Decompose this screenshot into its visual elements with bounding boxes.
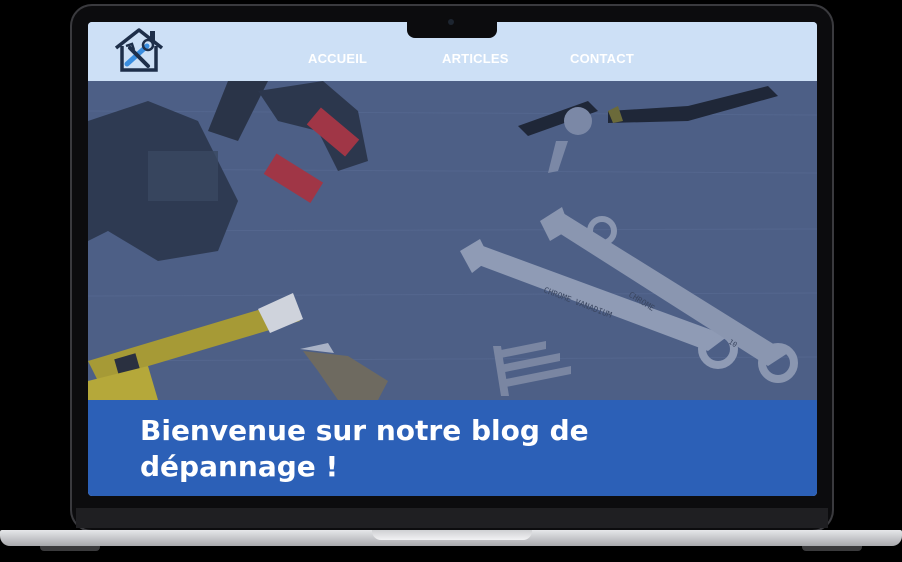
- laptop-foot-right: [802, 546, 862, 551]
- laptop-opening-notch: [372, 530, 532, 540]
- welcome-banner: Bienvenue sur notre blog de dépannage !: [88, 400, 817, 496]
- screen-bottom-bezel: [76, 508, 828, 528]
- nav-articles[interactable]: ARTICLES: [442, 51, 509, 66]
- allen-keys-icon: [493, 341, 571, 396]
- nav-contact[interactable]: CONTACT: [570, 51, 634, 66]
- cutter-tool-icon: [300, 343, 388, 400]
- house-wrench-logo-icon[interactable]: [110, 26, 168, 76]
- nav-accueil[interactable]: ACCUEIL: [308, 51, 367, 66]
- tape-measure-icon: [88, 293, 303, 400]
- browser-screen: ACCUEIL ARTICLES CONTACT CHROME VANADIUM…: [88, 22, 817, 496]
- banner-title: Bienvenue sur notre blog de dépannage !: [140, 414, 589, 483]
- camera-icon: [448, 19, 454, 25]
- pliers-tool-icon: [518, 86, 778, 173]
- clamp-tool-icon: [88, 81, 368, 261]
- laptop-foot-left: [40, 546, 100, 551]
- hero-image: CHROME VANADIUM CHROME 10: [88, 81, 817, 400]
